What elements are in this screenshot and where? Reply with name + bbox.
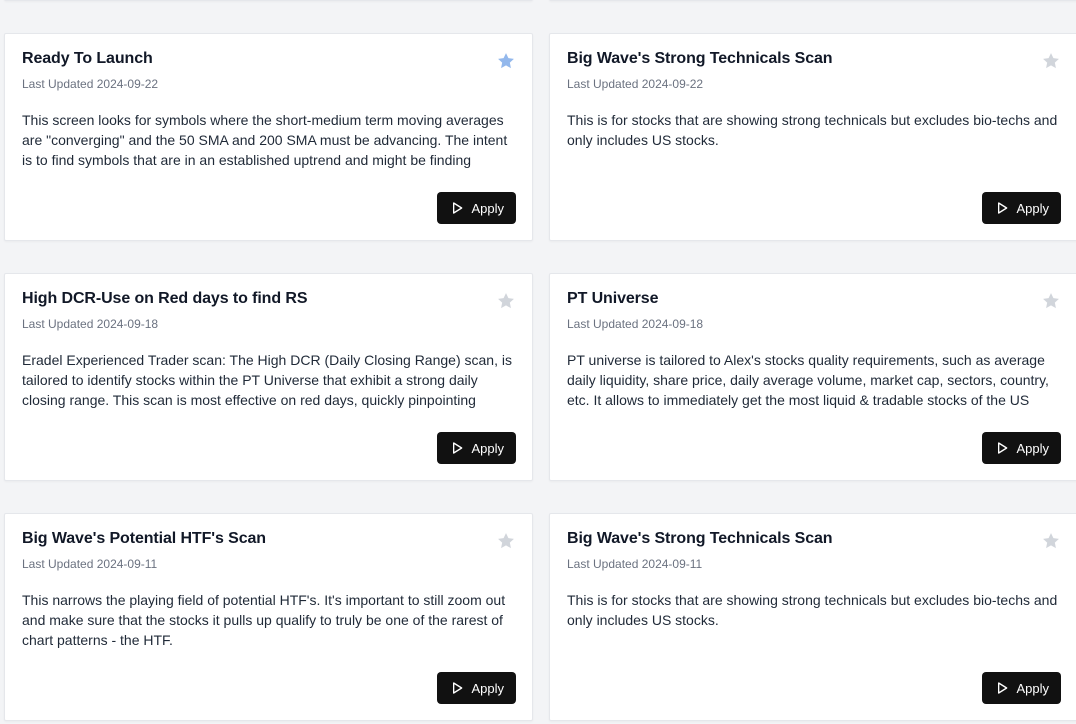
- scan-description: This is for stocks that are showing stro…: [567, 592, 1058, 628]
- apply-button[interactable]: Apply: [982, 192, 1061, 224]
- scan-card: Ready To Launch Last Updated 2024-09-22 …: [4, 33, 533, 241]
- scan-description: This is for stocks that are showing stro…: [567, 112, 1058, 148]
- scan-description: This screen looks for symbols where the …: [22, 112, 508, 168]
- star-icon[interactable]: [1041, 291, 1061, 311]
- scan-title: Ready To Launch: [22, 50, 153, 67]
- apply-label: Apply: [1016, 440, 1049, 456]
- scan-title: Big Wave's Strong Technicals Scan: [567, 530, 833, 547]
- scan-card-partial: [4, 0, 533, 1]
- play-icon: [998, 682, 1008, 694]
- apply-button[interactable]: Apply: [437, 192, 516, 224]
- play-icon: [998, 442, 1008, 454]
- scan-card-partial: [549, 0, 1076, 1]
- apply-label: Apply: [471, 440, 504, 456]
- last-updated: Last Updated 2024-09-22: [567, 77, 704, 91]
- apply-button[interactable]: Apply: [982, 672, 1061, 704]
- scan-title: High DCR-Use on Red days to find RS: [22, 290, 308, 307]
- last-updated: Last Updated 2024-09-11: [22, 557, 158, 571]
- apply-label: Apply: [471, 200, 504, 216]
- apply-label: Apply: [471, 680, 504, 696]
- scan-card: Big Wave's Potential HTF's Scan Last Upd…: [4, 513, 533, 721]
- star-icon[interactable]: [496, 291, 516, 311]
- scan-title: Big Wave's Strong Technicals Scan: [567, 50, 833, 67]
- last-updated: Last Updated 2024-09-18: [567, 317, 704, 331]
- play-icon: [453, 442, 463, 454]
- scan-list: Ready To Launch Last Updated 2024-09-22 …: [0, 0, 1076, 724]
- apply-label: Apply: [1016, 680, 1049, 696]
- play-icon: [998, 202, 1008, 214]
- scan-title: PT Universe: [567, 290, 659, 307]
- scan-card: PT Universe Last Updated 2024-09-18 PT u…: [549, 273, 1076, 481]
- scan-title: Big Wave's Potential HTF's Scan: [22, 530, 266, 547]
- apply-button[interactable]: Apply: [437, 432, 516, 464]
- apply-button[interactable]: Apply: [437, 672, 516, 704]
- star-icon[interactable]: [1041, 51, 1061, 71]
- scan-description: PT universe is tailored to Alex's stocks…: [567, 352, 1049, 408]
- star-icon[interactable]: [1041, 531, 1061, 551]
- scan-card: Big Wave's Strong Technicals Scan Last U…: [549, 33, 1076, 241]
- scan-card: High DCR-Use on Red days to find RS Last…: [4, 273, 533, 481]
- scan-description: Eradel Experienced Trader scan: The High…: [22, 352, 512, 408]
- last-updated: Last Updated 2024-09-18: [22, 317, 159, 331]
- play-icon: [453, 202, 463, 214]
- scan-description: This narrows the playing field of potent…: [22, 592, 506, 648]
- play-icon: [453, 682, 463, 694]
- last-updated: Last Updated 2024-09-22: [22, 77, 159, 91]
- apply-label: Apply: [1016, 200, 1049, 216]
- apply-button[interactable]: Apply: [982, 432, 1061, 464]
- last-updated: Last Updated 2024-09-11: [567, 557, 703, 571]
- star-icon[interactable]: [496, 531, 516, 551]
- star-icon[interactable]: [496, 51, 516, 71]
- scan-card: Big Wave's Strong Technicals Scan Last U…: [549, 513, 1076, 721]
